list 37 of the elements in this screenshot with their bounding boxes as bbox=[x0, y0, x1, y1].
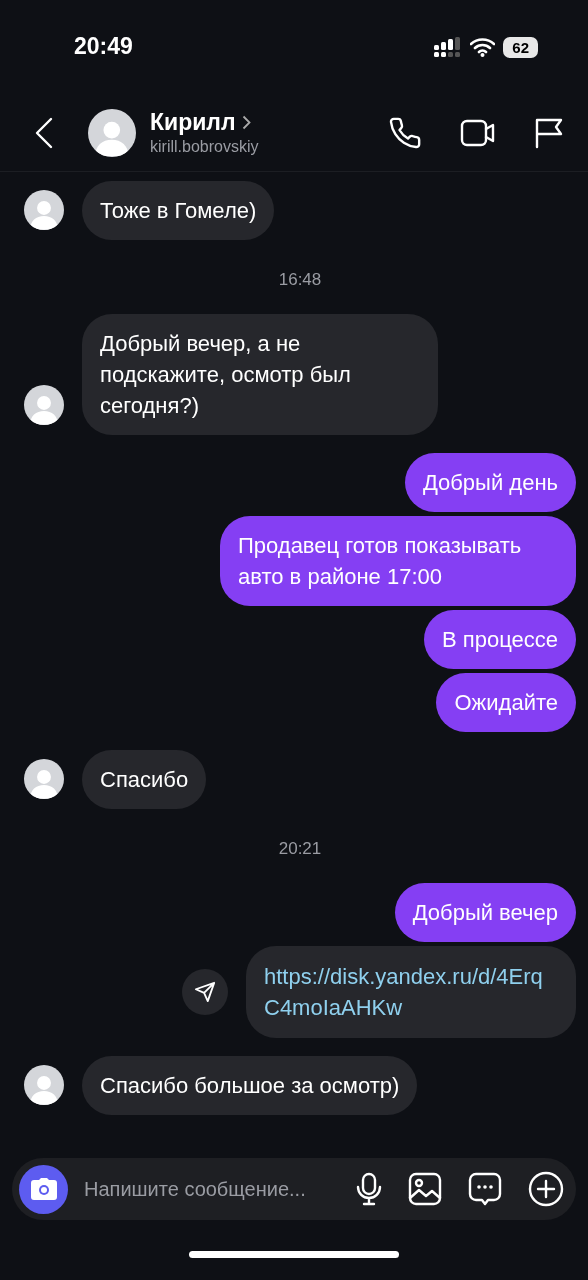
timestamp: 20:21 bbox=[278, 839, 322, 859]
sender-avatar bbox=[24, 385, 64, 425]
share-button[interactable] bbox=[182, 969, 228, 1015]
message-bubble: Ожидайте bbox=[436, 673, 576, 732]
message-bubble: Спасибо большое за осмотр) bbox=[82, 1056, 418, 1115]
camera-icon bbox=[29, 1177, 58, 1201]
camera-button[interactable] bbox=[19, 1164, 68, 1214]
contact-name[interactable]: Кирилл bbox=[150, 109, 236, 136]
phone-call-button[interactable] bbox=[388, 115, 422, 150]
chevron-icon bbox=[241, 115, 251, 130]
video-call-button[interactable] bbox=[460, 118, 496, 147]
link-message[interactable]: https://disk.yandex.ru/d/4ErqC4moIaAHKw bbox=[246, 946, 576, 1038]
message-bubble: Добрый вечер bbox=[394, 883, 576, 942]
send-icon bbox=[194, 981, 216, 1003]
back-button[interactable] bbox=[34, 116, 54, 149]
sender-avatar bbox=[24, 1065, 64, 1105]
message-bubble: Спасибо bbox=[82, 750, 207, 809]
flag-button[interactable] bbox=[534, 116, 564, 149]
plus-button[interactable] bbox=[528, 1171, 564, 1207]
battery-indicator: 62 bbox=[503, 36, 538, 58]
message-bubble: Тоже в Гомеле) bbox=[82, 181, 275, 240]
message-bubble: Продавец готов показывать авто в районе 17:00 bbox=[220, 516, 576, 606]
sender-avatar bbox=[24, 190, 64, 230]
status-time: 20:49 bbox=[74, 32, 133, 60]
sender-avatar bbox=[24, 759, 64, 799]
gallery-button[interactable] bbox=[408, 1172, 442, 1206]
message-bubble: Добрый день bbox=[404, 453, 576, 512]
contact-avatar[interactable] bbox=[88, 108, 136, 157]
chat-bubble-button[interactable] bbox=[468, 1172, 502, 1206]
message-bubble: В процессе bbox=[424, 610, 576, 669]
wifi-icon bbox=[470, 37, 496, 57]
message-bubble: Добрый вечер, а не подскажите, осмотр был сегодня?) bbox=[82, 314, 438, 435]
signal-icon bbox=[434, 37, 463, 57]
message-input[interactable]: Напишите сообщение... bbox=[82, 1176, 342, 1202]
timestamp: 16:48 bbox=[278, 270, 322, 290]
microphone-button[interactable] bbox=[356, 1172, 382, 1206]
contact-username: kirill.bobrovskiy bbox=[150, 138, 260, 156]
